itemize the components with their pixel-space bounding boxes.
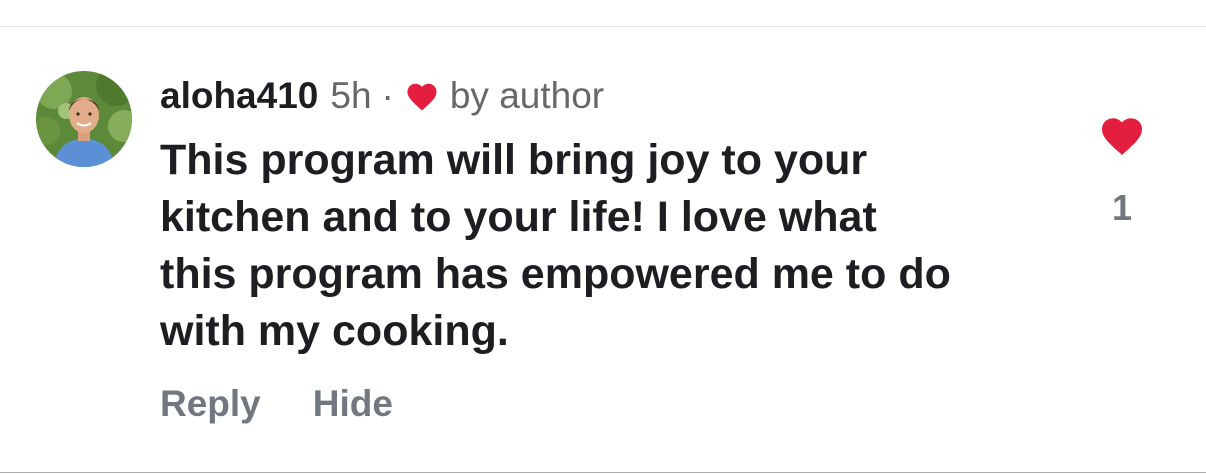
like-heart-icon[interactable]: [1097, 113, 1147, 157]
top-divider: [0, 26, 1206, 27]
comment-actions: Reply Hide: [160, 380, 393, 428]
avatar[interactable]: [36, 71, 132, 167]
reply-button[interactable]: Reply: [160, 380, 261, 428]
hide-button[interactable]: Hide: [313, 380, 393, 428]
heart-icon: [407, 83, 437, 111]
timestamp: 5h: [330, 75, 372, 116]
username-link[interactable]: aloha410: [160, 74, 318, 118]
liked-by-author-label: by author: [449, 75, 605, 116]
comment-text: This program will bring joy to your kitc…: [160, 136, 951, 355]
separator-dot: ·: [381, 75, 394, 116]
like-count: 1: [1111, 187, 1133, 228]
avatar-photo: [36, 71, 132, 167]
bottom-divider: [0, 472, 1206, 473]
comment-meta: aloha410 5h · by author: [160, 74, 604, 118]
